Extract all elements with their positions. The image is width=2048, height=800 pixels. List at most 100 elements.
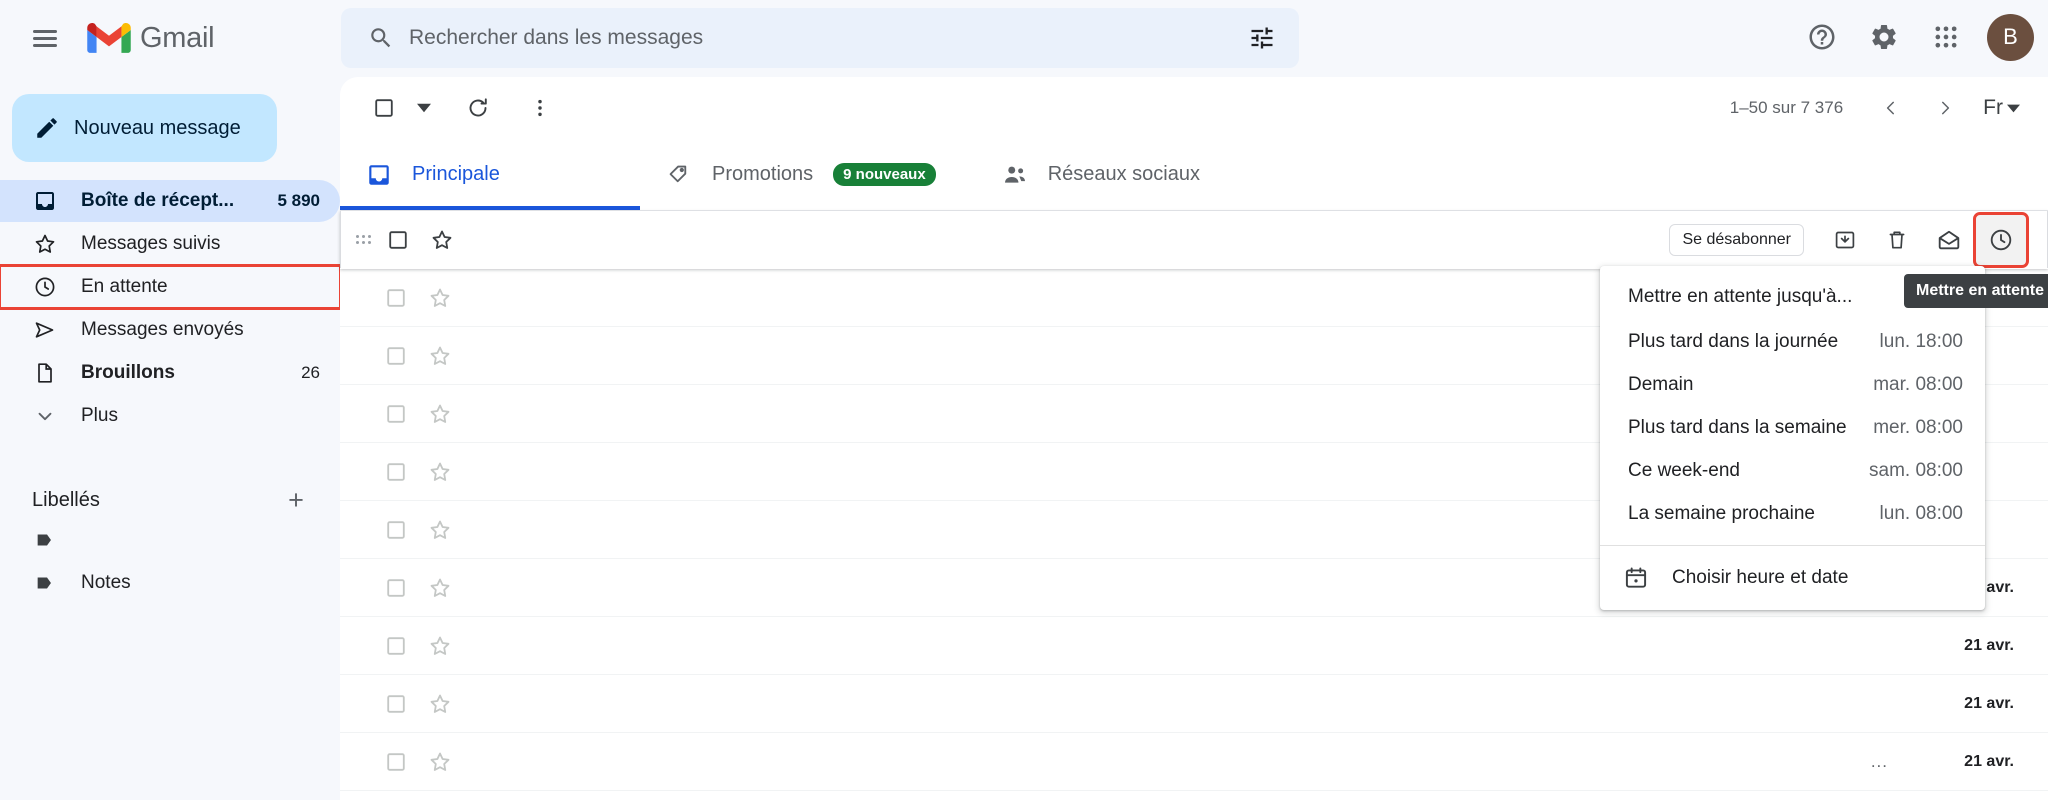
row-date: 21 avr. bbox=[1964, 752, 2014, 770]
row-checkbox[interactable] bbox=[374, 334, 418, 378]
table-row[interactable]: 21 avr. bbox=[340, 675, 2048, 733]
sidebar: Nouveau message Boîte de récept... 5 890 bbox=[0, 77, 342, 800]
settings-button[interactable] bbox=[1855, 8, 1913, 66]
previous-page-button[interactable] bbox=[1865, 82, 1917, 134]
search-input[interactable] bbox=[409, 26, 1239, 50]
snooze-option-time: mar. 08:00 bbox=[1873, 373, 1963, 395]
row-star-button[interactable] bbox=[418, 450, 462, 494]
row-checkbox[interactable] bbox=[374, 276, 418, 320]
star-icon bbox=[430, 752, 450, 771]
sidebar-item-inbox[interactable]: Boîte de récept... 5 890 bbox=[0, 180, 340, 222]
google-apps-button[interactable] bbox=[1917, 8, 1975, 66]
select-all-dropdown[interactable] bbox=[410, 82, 438, 134]
checkbox-icon bbox=[389, 230, 407, 249]
search-icon[interactable] bbox=[359, 16, 403, 60]
refresh-icon bbox=[469, 98, 487, 117]
create-label-button[interactable]: + bbox=[278, 482, 314, 518]
next-page-button[interactable] bbox=[1919, 82, 1971, 134]
tab-badge: 9 nouveaux bbox=[833, 163, 936, 186]
sidebar-label-item-notes[interactable]: Notes bbox=[0, 562, 340, 604]
row-date: 21 avr. bbox=[1964, 636, 2014, 654]
main-menu-button[interactable] bbox=[14, 8, 76, 70]
sidebar-item-snoozed[interactable]: En attente bbox=[0, 264, 342, 310]
more-options-button[interactable] bbox=[514, 82, 566, 134]
row-checkbox[interactable] bbox=[374, 624, 418, 668]
star-icon bbox=[430, 288, 450, 307]
row-checkbox[interactable] bbox=[374, 566, 418, 610]
row-checkbox[interactable] bbox=[374, 392, 418, 436]
apps-grid-icon bbox=[1935, 26, 1957, 48]
snooze-button[interactable] bbox=[1973, 212, 2029, 268]
gmail-logo[interactable]: Gmail bbox=[87, 22, 215, 56]
input-tools-button[interactable]: Fr bbox=[1973, 82, 2030, 134]
table-row[interactable]: 21 avr. bbox=[340, 617, 2048, 675]
table-row[interactable]: Se désabonner bbox=[340, 211, 2048, 269]
tab-principale[interactable]: Principale bbox=[340, 139, 640, 210]
search-glyph bbox=[371, 28, 391, 48]
search-box[interactable] bbox=[341, 8, 1299, 68]
snooze-option-later-today[interactable]: Plus tard dans la journée lun. 18:00 bbox=[1600, 320, 1985, 363]
star-icon bbox=[430, 694, 450, 713]
support-button[interactable] bbox=[1793, 8, 1851, 66]
row-checkbox[interactable] bbox=[374, 508, 418, 552]
sidebar-label-item-1[interactable] bbox=[0, 519, 340, 561]
clock-icon bbox=[32, 274, 58, 300]
avatar[interactable]: B bbox=[1987, 13, 2034, 61]
sidebar-item-starred[interactable]: Messages suivis bbox=[0, 223, 340, 265]
sidebar-item-drafts[interactable]: Brouillons 26 bbox=[0, 352, 340, 394]
sidebar-item-label: Messages suivis bbox=[81, 233, 221, 254]
row-snippet-ellipsis: ... bbox=[1870, 751, 1888, 771]
row-star-button[interactable] bbox=[420, 218, 464, 262]
mail-open-icon bbox=[1938, 230, 1960, 250]
top-bar: Gmail Rechercher dans les messages B bbox=[0, 0, 2048, 77]
row-star-button[interactable] bbox=[418, 392, 462, 436]
pencil-icon bbox=[37, 118, 57, 138]
snooze-option-label: Ce week-end bbox=[1628, 459, 1740, 481]
tab-promotions[interactable]: Promotions 9 nouveaux bbox=[640, 139, 976, 210]
snooze-option-time: lun. 18:00 bbox=[1879, 330, 1963, 352]
snooze-option-label: La semaine prochaine bbox=[1628, 502, 1815, 524]
snooze-tooltip: Mettre en attente bbox=[1904, 274, 2048, 308]
delete-button[interactable] bbox=[1872, 215, 1922, 265]
sidebar-item-sent[interactable]: Messages envoyés bbox=[0, 309, 340, 351]
select-all-checkbox[interactable] bbox=[358, 82, 410, 134]
row-star-button[interactable] bbox=[418, 566, 462, 610]
row-star-button[interactable] bbox=[418, 276, 462, 320]
snooze-option-tomorrow[interactable]: Demain mar. 08:00 bbox=[1600, 363, 1985, 406]
row-checkbox[interactable] bbox=[374, 450, 418, 494]
row-star-button[interactable] bbox=[418, 624, 462, 668]
inbox-icon bbox=[369, 164, 389, 185]
row-star-button[interactable] bbox=[418, 740, 462, 784]
star-icon bbox=[430, 520, 450, 539]
table-row[interactable]: ... 21 avr. bbox=[340, 733, 2048, 791]
archive-button[interactable] bbox=[1820, 215, 1870, 265]
checkbox-icon bbox=[387, 636, 405, 655]
refresh-button[interactable] bbox=[452, 82, 504, 134]
snooze-option-label: Plus tard dans la journée bbox=[1628, 330, 1839, 352]
sidebar-item-more[interactable]: Plus bbox=[0, 395, 340, 437]
star-icon bbox=[430, 578, 450, 597]
label-tag-icon bbox=[32, 570, 58, 596]
row-star-button[interactable] bbox=[418, 682, 462, 726]
row-star-button[interactable] bbox=[418, 508, 462, 552]
compose-button[interactable]: Nouveau message bbox=[12, 94, 277, 162]
row-checkbox[interactable] bbox=[374, 740, 418, 784]
snooze-option-time: sam. 08:00 bbox=[1869, 459, 1963, 481]
mark-as-read-button[interactable] bbox=[1924, 215, 1974, 265]
row-hover-actions: Se désabonner bbox=[1669, 211, 2029, 269]
star-icon bbox=[430, 346, 450, 365]
drag-handle-icon[interactable] bbox=[356, 235, 374, 244]
snooze-option-later-this-week[interactable]: Plus tard dans la semaine mer. 08:00 bbox=[1600, 406, 1985, 449]
snooze-option-this-weekend[interactable]: Ce week-end sam. 08:00 bbox=[1600, 449, 1985, 492]
search-filter-button[interactable] bbox=[1239, 15, 1285, 61]
tab-reseaux-sociaux[interactable]: Réseaux sociaux bbox=[976, 139, 1276, 210]
input-tools-label: Fr bbox=[1983, 96, 2003, 119]
row-checkbox[interactable] bbox=[374, 682, 418, 726]
row-star-button[interactable] bbox=[418, 334, 462, 378]
star-icon bbox=[430, 404, 450, 423]
row-checkbox[interactable] bbox=[376, 218, 420, 262]
unsubscribe-button[interactable]: Se désabonner bbox=[1669, 224, 1804, 256]
gmail-app: Gmail Rechercher dans les messages B Nou… bbox=[0, 0, 2048, 800]
snooze-option-next-week[interactable]: La semaine prochaine lun. 08:00 bbox=[1600, 492, 1985, 535]
snooze-option-pick-date-time[interactable]: Choisir heure et date bbox=[1600, 552, 1985, 604]
